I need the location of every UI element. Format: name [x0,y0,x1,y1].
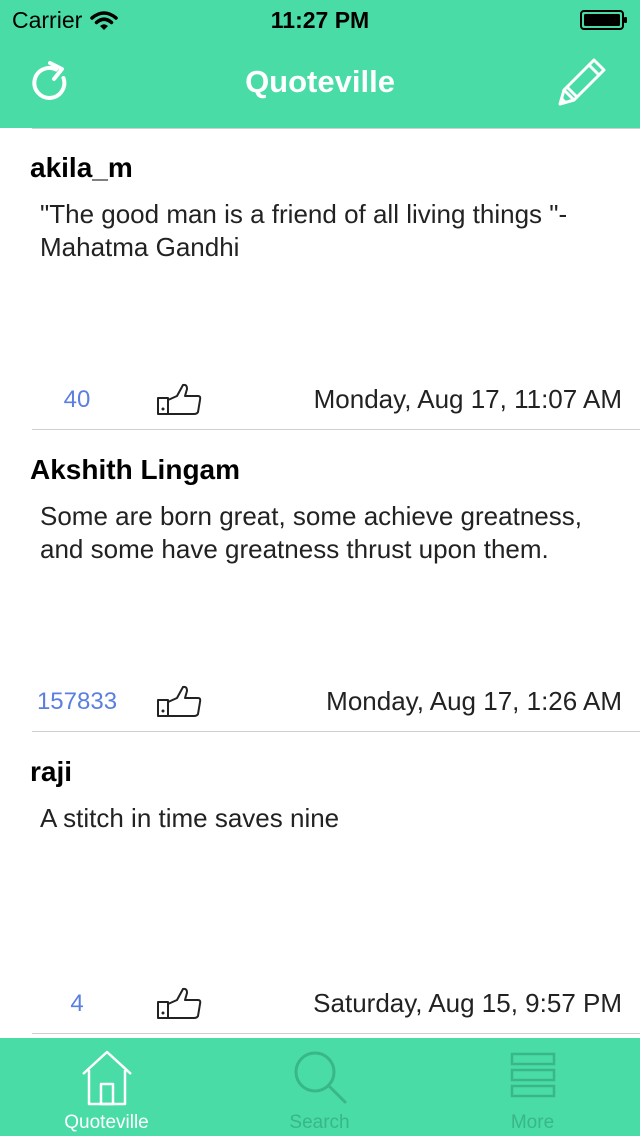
search-icon [294,1051,346,1104]
home-icon [81,1050,132,1106]
battery-icon [580,10,627,30]
status-time: 11:27 PM [270,7,370,33]
like-count[interactable]: 157833 [30,688,124,716]
tab-label: Quoteville [64,1112,149,1133]
thumbs-up-icon[interactable] [156,684,202,718]
quote-text: A stitch in time saves nine [40,803,340,833]
quote-card[interactable]: Akshith Lingam Some are born great, some… [0,430,640,732]
menu-lines-icon [510,1052,555,1098]
pencil-icon[interactable] [554,54,610,110]
tab-label: Search [289,1112,350,1133]
app-title: Quoteville [245,64,395,99]
post-date: Monday, Aug 17, 1:26 AM [326,686,622,716]
author-name: raji [30,756,73,787]
tab-quoteville[interactable]: Quoteville [0,1038,213,1136]
quote-card[interactable]: raji A stitch in time saves nine 4 Satur… [0,732,640,1034]
tab-bar: Quoteville Search More [0,1038,640,1136]
post-date: Monday, Aug 17, 11:07 AM [313,384,622,414]
row-divider [32,1033,640,1034]
navigation-bar: Quoteville [0,40,640,128]
quote-card[interactable]: akila_m "The good man is a friend of all… [0,128,640,430]
quote-feed[interactable]: akila_m "The good man is a friend of all… [0,128,640,1038]
status-bar: Carrier 11:27 PM [0,0,640,40]
like-count[interactable]: 4 [30,990,124,1018]
author-name: akila_m [30,152,133,183]
post-date: Saturday, Aug 15, 9:57 PM [313,988,622,1018]
tab-more[interactable]: More [426,1038,639,1136]
author-name: Akshith Lingam [30,454,241,485]
quote-text: Some are born great, some achieve greatn… [40,501,582,564]
thumbs-up-icon[interactable] [156,986,202,1020]
quote-text: "The good man is a friend of all living … [40,199,568,262]
tab-search[interactable]: Search [213,1038,426,1136]
thumbs-up-icon[interactable] [156,382,202,416]
tab-label: More [510,1112,555,1133]
like-count[interactable]: 40 [30,386,124,414]
top-bar: Carrier 11:27 PM Quoteville [0,0,640,128]
